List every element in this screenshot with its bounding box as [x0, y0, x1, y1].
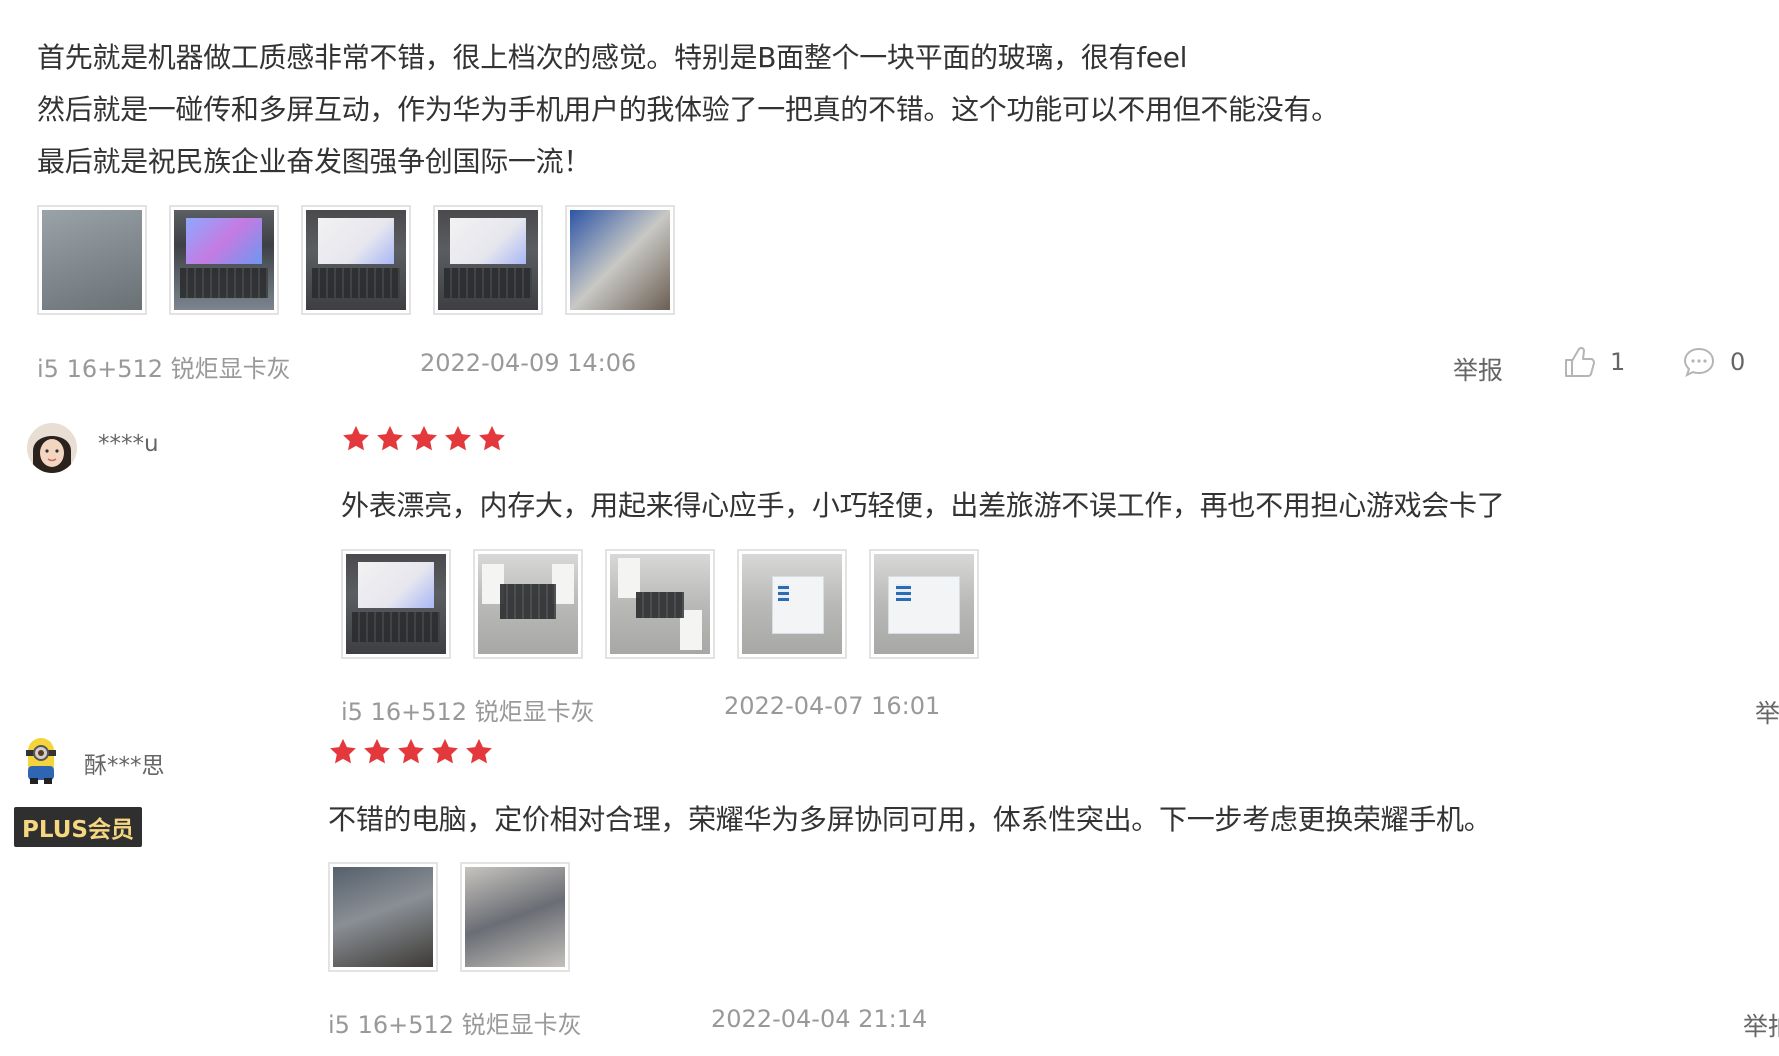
- star-icon: [479, 425, 505, 451]
- comment-bubble-icon: [1683, 347, 1715, 377]
- star-icon: [432, 738, 458, 764]
- report-link[interactable]: 举拍: [1743, 1007, 1779, 1043]
- review-image-thumbnail[interactable]: [869, 549, 979, 659]
- star-icon: [330, 738, 356, 764]
- like-button[interactable]: 1: [1562, 345, 1625, 379]
- review-image-thumbnail[interactable]: [341, 549, 451, 659]
- star-icon: [466, 738, 492, 764]
- review-text-line: 最后就是祝民族企业奋发图强争创国际一流！: [37, 145, 592, 178]
- minion-avatar-image: [26, 738, 56, 784]
- star-icon: [398, 738, 424, 764]
- star-icon: [364, 738, 390, 764]
- review-text: 外表漂亮，内存大，用起来得心应手，小巧轻便，出差旅游不误工作，再也不用担心游戏会…: [341, 489, 1505, 522]
- product-variant: i5 16+512 锐炬显卡灰: [37, 355, 291, 383]
- review-text: 不错的电脑，定价相对合理，荣耀华为多屏协同可用，体系性突出。下一步考虑更换荣耀手…: [328, 803, 1492, 836]
- star-icon: [411, 425, 437, 451]
- thumbs-up-icon: [1565, 346, 1595, 377]
- reviewer-nickname: ****u: [98, 431, 159, 457]
- review-image-thumbnail[interactable]: [433, 205, 543, 315]
- like-count: 1: [1610, 348, 1626, 376]
- review-image-thumbnail[interactable]: [565, 205, 675, 315]
- review-image-thumbnail[interactable]: [169, 205, 279, 315]
- star-icon: [377, 425, 403, 451]
- star-rating: [328, 737, 494, 767]
- star-icon: [343, 425, 369, 451]
- review-image-list: [328, 862, 570, 972]
- review-date: 2022-04-09 14:06: [420, 349, 637, 377]
- review-image-thumbnail[interactable]: [737, 549, 847, 659]
- review-image-thumbnail[interactable]: [473, 549, 583, 659]
- review-text-line: 首先就是机器做工质感非常不错，很上档次的感觉。特别是B面整个一块平面的玻璃，很有…: [37, 41, 1188, 74]
- report-link[interactable]: 举: [1755, 694, 1779, 730]
- avatar[interactable]: [18, 734, 64, 786]
- review-date: 2022-04-04 21:14: [711, 1005, 928, 1033]
- star-icon: [445, 425, 471, 451]
- reply-button[interactable]: 0: [1682, 345, 1745, 379]
- review-image-thumbnail[interactable]: [328, 862, 438, 972]
- report-link[interactable]: 举报: [1453, 351, 1503, 387]
- review-image-list: [37, 205, 675, 315]
- reviewer-nickname: 酥***思: [84, 753, 165, 779]
- plus-member-badge: PLUS会员: [14, 807, 142, 847]
- review-image-thumbnail[interactable]: [37, 205, 147, 315]
- star-rating: [341, 424, 507, 454]
- review-image-list: [341, 549, 979, 659]
- product-variant: i5 16+512 锐炬显卡灰: [341, 698, 595, 726]
- review-text-line: 然后就是一碰传和多屏互动，作为华为手机用户的我体验了一把真的不错。这个功能可以不…: [37, 93, 1339, 126]
- avatar[interactable]: [27, 423, 77, 473]
- product-variant: i5 16+512 锐炬显卡灰: [328, 1011, 582, 1039]
- review-date: 2022-04-07 16:01: [724, 692, 941, 720]
- review-image-thumbnail[interactable]: [301, 205, 411, 315]
- review-image-thumbnail[interactable]: [460, 862, 570, 972]
- reply-count: 0: [1730, 348, 1746, 376]
- user-avatar-image: [27, 423, 77, 473]
- review-image-thumbnail[interactable]: [605, 549, 715, 659]
